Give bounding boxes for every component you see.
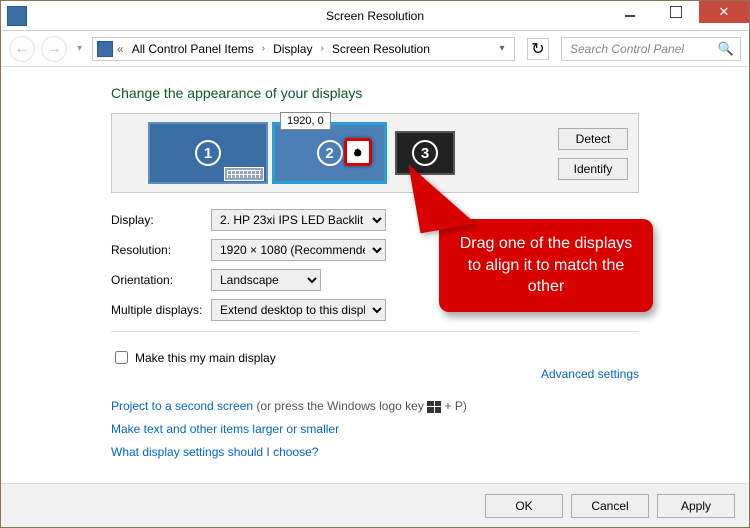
- page-heading: Change the appearance of your displays: [111, 85, 639, 101]
- main-display-label: Make this my main display: [135, 351, 276, 365]
- display-label: Display:: [111, 213, 211, 227]
- callout-text: Drag one of the displays to align it to …: [460, 235, 633, 295]
- resolution-label: Resolution:: [111, 243, 211, 257]
- separator: [111, 331, 639, 332]
- search-box[interactable]: 🔍: [561, 37, 741, 61]
- window-controls: [607, 1, 749, 30]
- project-second-screen-link[interactable]: Project to a second screen: [111, 399, 253, 413]
- close-button[interactable]: [699, 1, 749, 23]
- breadcrumb[interactable]: « All Control Panel Items › Display › Sc…: [92, 37, 515, 61]
- titlebar[interactable]: Screen Resolution: [1, 1, 749, 31]
- display-select[interactable]: 2. HP 23xi IPS LED Backlit Monitor: [211, 209, 386, 231]
- resolution-select[interactable]: 1920 × 1080 (Recommended): [211, 239, 386, 261]
- multiple-displays-select[interactable]: Extend desktop to this display: [211, 299, 386, 321]
- breadcrumb-dropdown[interactable]: ▾: [494, 43, 510, 54]
- identify-button[interactable]: Identify: [558, 158, 628, 180]
- main-display-checkbox[interactable]: [115, 351, 128, 364]
- breadcrumb-leading-chevron[interactable]: «: [115, 42, 126, 56]
- maximize-button[interactable]: [653, 1, 699, 23]
- window-root: Screen Resolution ← → ▾ « All Control Pa…: [0, 0, 750, 528]
- cancel-button[interactable]: Cancel: [571, 494, 649, 518]
- refresh-button[interactable]: ↻: [527, 38, 549, 60]
- grab-cursor-icon: [344, 138, 372, 166]
- taskbar-icon: [224, 167, 264, 181]
- text-larger-link[interactable]: Make text and other items larger or smal…: [111, 422, 339, 436]
- display-arrangement[interactable]: 1920, 0 1 2 3 Detect Identify: [111, 113, 639, 193]
- chevron-right-icon: ›: [260, 43, 267, 54]
- chevron-right-icon: ›: [318, 43, 325, 54]
- dialog-footer: OK Cancel Apply: [1, 483, 749, 527]
- navbar: ← → ▾ « All Control Panel Items › Displa…: [1, 31, 749, 67]
- search-input[interactable]: [568, 41, 718, 57]
- project-suffix: (or press the Windows logo key + P): [253, 399, 467, 413]
- callout-tail: [408, 155, 475, 234]
- control-panel-icon: [97, 41, 113, 57]
- detect-button[interactable]: Detect: [558, 128, 628, 150]
- orientation-select[interactable]: Landscape: [211, 269, 321, 291]
- nav-forward-button[interactable]: →: [41, 36, 67, 62]
- breadcrumb-item-display[interactable]: Display: [269, 40, 316, 58]
- position-tooltip: 1920, 0: [280, 112, 331, 130]
- advanced-settings-link[interactable]: Advanced settings: [541, 367, 639, 381]
- monitor-1[interactable]: 1: [148, 122, 268, 184]
- monitor-number: 1: [195, 140, 221, 166]
- nav-back-button[interactable]: ←: [9, 36, 35, 62]
- minimize-button[interactable]: [607, 1, 653, 23]
- multiple-displays-label: Multiple displays:: [111, 303, 211, 317]
- orientation-label: Orientation:: [111, 273, 211, 287]
- instruction-callout: Drag one of the displays to align it to …: [439, 219, 653, 312]
- search-icon[interactable]: 🔍: [718, 41, 734, 57]
- windows-key-icon: [427, 401, 441, 413]
- ok-button[interactable]: OK: [485, 494, 563, 518]
- breadcrumb-item-all[interactable]: All Control Panel Items: [128, 40, 258, 58]
- breadcrumb-item-current[interactable]: Screen Resolution: [328, 40, 434, 58]
- which-settings-link[interactable]: What display settings should I choose?: [111, 445, 318, 459]
- app-icon: [7, 6, 27, 26]
- apply-button[interactable]: Apply: [657, 494, 735, 518]
- monitor-number: 2: [317, 140, 343, 166]
- nav-history-dropdown[interactable]: ▾: [73, 43, 86, 54]
